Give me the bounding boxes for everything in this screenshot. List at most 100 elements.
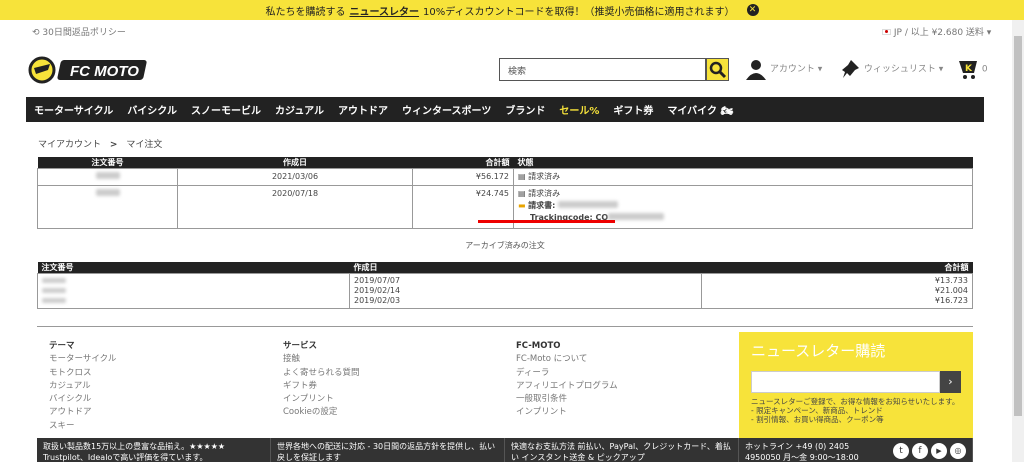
promo-banner: 私たちを購読する ニュースレター 10%ディスカウントコードを取得！（推奨小売価… xyxy=(0,0,1024,20)
close-icon[interactable]: ✕ xyxy=(746,4,759,16)
footer-link[interactable]: ギフト券 xyxy=(283,380,360,393)
header-actions: アカウント ▾ ウィッシュリスト ▾ K 0 xyxy=(745,58,995,82)
newsletter-bullet: - 割引情報、お買い得商品、クーポン等 xyxy=(751,415,884,424)
return-policy-label: 30日間返品ポリシー xyxy=(42,28,126,38)
newsletter-desc: ニュースレターご登録で、お得な情報をお知らせいたします。 - 限定キャンペーン、… xyxy=(751,397,961,424)
newsletter-link[interactable]: ニュースレター xyxy=(349,3,419,18)
cart-icon: K xyxy=(959,61,977,79)
archive-order-number[interactable] xyxy=(42,296,345,306)
archive-date: 2019/07/07 xyxy=(354,276,401,285)
benefit-text: 取扱い製品数15万以上の豊富な品揃え。★★★★★ Trustpilot、Idea… xyxy=(43,442,226,462)
nav-bicycle[interactable]: バイシクル xyxy=(127,102,177,117)
nav-my-bike-label: マイバイク xyxy=(667,106,717,117)
document-icon: ▤ xyxy=(518,172,526,181)
footer-link[interactable]: よく寄せられる質問 xyxy=(283,367,360,380)
archive-dates: 2019/07/07 2019/02/14 2019/02/03 xyxy=(349,273,702,309)
cart-button[interactable]: K 0 xyxy=(957,58,988,80)
order-number[interactable] xyxy=(37,168,178,186)
benefit-shipping: 世界各地への配送に対応 - 30日間の返品方針を提供し、払い戻しを保証します xyxy=(271,438,505,462)
invoice-link[interactable]: ▬ 請求書: xyxy=(518,200,968,212)
search-button[interactable] xyxy=(706,58,729,81)
order-date: 2021/03/06 xyxy=(177,168,413,186)
twitter-icon[interactable]: t xyxy=(893,443,909,459)
nav-my-bike[interactable]: マイバイク 🏍 xyxy=(667,102,733,117)
invoice-label: 請求書: xyxy=(528,201,556,210)
svg-text:FC MOTO: FC MOTO xyxy=(70,63,139,80)
wishlist-label: ウィッシュリスト ▾ xyxy=(863,64,944,75)
motorbike-icon: 🏍 xyxy=(720,106,734,117)
archive-header-row: 注文番号 作成日 合計額 xyxy=(37,262,973,274)
archive-order-numbers[interactable] xyxy=(37,273,350,309)
wishlist-button[interactable]: ウィッシュリスト ▾ xyxy=(841,58,943,80)
account-label: アカウント ▾ xyxy=(769,64,823,75)
order-number[interactable] xyxy=(37,185,178,229)
table-row[interactable]: 2019/07/07 2019/02/14 2019/02/03 ¥13.733… xyxy=(37,273,973,309)
archive-totals: ¥13.733 ¥21.004 ¥16.723 xyxy=(701,273,973,309)
footer-heading: テーマ xyxy=(49,341,75,351)
main-nav: モーターサイクル バイシクル スノーモービル カジュアル アウトドア ウィンター… xyxy=(26,97,984,122)
footer-link[interactable]: インプリント xyxy=(283,393,360,406)
utility-bar: ⟲ 30日間返品ポリシー JP / 以上 ¥2.680 送料 ▾ xyxy=(0,20,1010,42)
youtube-icon[interactable]: ▶ xyxy=(931,443,947,459)
search-input[interactable]: 検索 xyxy=(499,58,706,81)
footer-link[interactable]: インプリント xyxy=(516,406,618,419)
site-logo[interactable]: FC MOTO xyxy=(28,56,150,84)
footer-link[interactable]: アウトドア xyxy=(49,406,116,419)
orders-table: 注文番号 作成日 合計額 状態 2021/03/06 ¥56.172 ▤ 請求済… xyxy=(37,157,973,229)
footer-link[interactable]: モトクロス xyxy=(49,367,116,380)
newsletter-form: › xyxy=(751,371,961,393)
breadcrumb-account[interactable]: マイアカウント xyxy=(38,140,101,150)
col-order-number: 注文番号 xyxy=(37,262,350,274)
pin-icon xyxy=(842,60,859,78)
flag-icon xyxy=(882,29,891,35)
footer-link[interactable]: Cookieの設定 xyxy=(283,406,360,419)
benefit-payment: 快適なお支払方法 前払い、PayPal、クレジットカード、着払い インスタント送… xyxy=(505,438,739,462)
footer-link[interactable]: バイシクル xyxy=(49,393,116,406)
nav-brands[interactable]: ブランド xyxy=(505,102,545,117)
document-icon: ▤ xyxy=(518,189,526,198)
footer-divider xyxy=(37,326,973,327)
order-date: 2020/07/18 xyxy=(177,185,413,229)
archive-order-number[interactable] xyxy=(42,276,345,286)
newsletter-email-input[interactable] xyxy=(751,371,940,393)
nav-snowmobile[interactable]: スノーモービル xyxy=(191,102,261,117)
order-status: ▤ 請求済み xyxy=(513,168,973,186)
benefit-text: 快適なお支払方法 前払い、PayPal、クレジットカード、着払い インスタント送… xyxy=(511,442,731,462)
return-policy-link[interactable]: ⟲ 30日間返品ポリシー xyxy=(32,25,126,38)
footer-heading: FC-MOTO xyxy=(516,341,561,351)
footer-link[interactable]: カジュアル xyxy=(49,380,116,393)
red-underline xyxy=(478,220,615,223)
table-row[interactable]: 2021/03/06 ¥56.172 ▤ 請求済み xyxy=(37,168,973,186)
nav-sale[interactable]: セール% xyxy=(559,102,599,117)
archive-date: 2019/02/03 xyxy=(354,296,401,305)
footer-link[interactable]: ディーラ xyxy=(516,367,618,380)
facebook-icon[interactable]: f xyxy=(912,443,928,459)
nav-gift-cards[interactable]: ギフト券 xyxy=(613,102,653,117)
footer-link[interactable]: 一般取引条件 xyxy=(516,393,618,406)
cart-count: 0 xyxy=(981,64,988,75)
archive-order-number[interactable] xyxy=(42,286,345,296)
newsletter-submit-button[interactable]: › xyxy=(939,371,961,393)
scrollbar-thumb[interactable] xyxy=(1014,36,1022,416)
nav-outdoor[interactable]: アウトドア xyxy=(338,102,388,117)
footer-link[interactable]: FC-Moto について xyxy=(516,353,618,366)
footer-link[interactable]: スキー xyxy=(49,420,116,433)
search-icon xyxy=(709,61,727,79)
return-icon: ⟲ xyxy=(32,28,43,38)
social-icons: t f ▶ ◎ xyxy=(893,441,966,459)
nav-casual[interactable]: カジュアル xyxy=(275,102,324,117)
footer-link[interactable]: モーターサイクル xyxy=(49,353,116,366)
account-button[interactable]: アカウント ▾ xyxy=(745,58,822,80)
newsletter-title: ニュースレター購読 xyxy=(751,342,886,360)
truck-icon: ▬ xyxy=(518,201,526,210)
col-order-number: 注文番号 xyxy=(37,157,178,169)
nav-motorcycle[interactable]: モーターサイクル xyxy=(34,102,113,117)
scrollbar[interactable] xyxy=(1012,20,1024,462)
archive-total: ¥16.723 xyxy=(934,296,968,305)
region-selector[interactable]: JP / 以上 ¥2.680 送料 ▾ xyxy=(882,25,991,38)
nav-winter-sports[interactable]: ウィンタースポーツ xyxy=(402,102,491,117)
footer-link[interactable]: アフィリエイトプログラム xyxy=(516,380,618,393)
instagram-icon[interactable]: ◎ xyxy=(950,443,966,459)
footer-link[interactable]: 接触 xyxy=(283,353,360,366)
promo-text-2: 10%ディスカウントコードを取得！（推奨小売価格に適用されます） xyxy=(422,6,735,18)
